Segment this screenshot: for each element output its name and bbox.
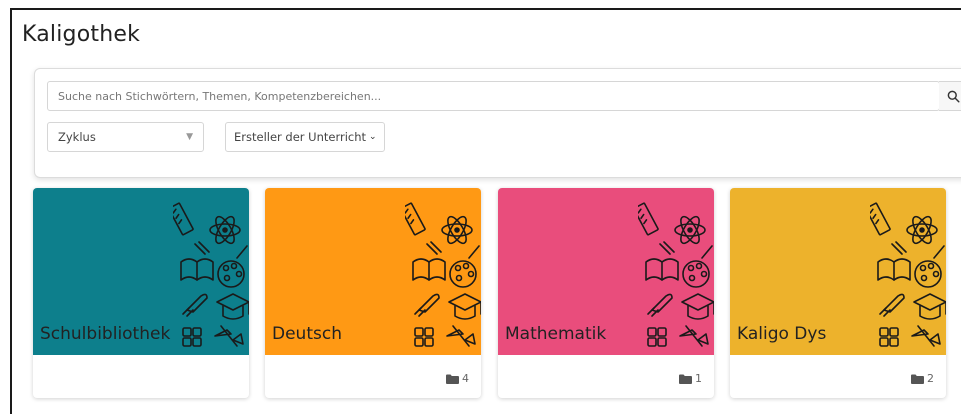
folder-count: 1 [679,372,702,385]
folder-icon [679,374,692,384]
zyklus-select[interactable]: Zyklus ▼ [47,122,204,152]
school-supplies-doodle-icon [405,202,481,347]
folder-count-value: 1 [695,372,702,385]
card-title: Kaligo Dys [737,324,827,344]
card-title: Schulbibliothek [40,324,171,344]
search-input[interactable] [47,81,940,111]
search-button[interactable] [939,81,961,111]
card-banner: Deutsch [265,188,481,355]
folder-count: 2 [911,372,934,385]
page-frame: Kaligothek Zyklus ▼ Ersteller der Unterr… [10,8,961,414]
zyklus-select-value: Zyklus [58,130,96,144]
school-supplies-doodle-icon [638,202,714,347]
search-panel: Zyklus ▼ Ersteller der Unterricht ⌄ [34,68,961,178]
card-title: Mathematik [505,324,607,344]
card-banner: Schulbibliothek [33,188,249,355]
folder-icon [911,374,924,384]
course-card-deutsch[interactable]: Deutsch 4 [265,188,481,398]
course-card-schulbibliothek[interactable]: Schulbibliothek [33,188,249,398]
page-title: Kaligothek [22,22,141,47]
card-banner: Kaligo Dys [730,188,946,355]
folder-count-value: 2 [927,372,934,385]
course-card-mathematik[interactable]: Mathematik 1 [498,188,714,398]
search-icon [947,90,960,103]
ersteller-select[interactable]: Ersteller der Unterricht ⌄ [225,122,385,152]
course-card-kaligo-dys[interactable]: Kaligo Dys 2 [730,188,946,398]
folder-count-value: 4 [462,372,469,385]
school-supplies-doodle-icon [173,202,249,347]
folder-icon [446,374,459,384]
caret-down-icon: ▼ [186,132,193,142]
ersteller-select-value: Ersteller der Unterricht [234,130,367,144]
card-banner: Mathematik [498,188,714,355]
folder-count: 4 [446,372,469,385]
card-title: Deutsch [272,324,342,344]
school-supplies-doodle-icon [870,202,946,347]
chevron-down-icon: ⌄ [369,132,377,142]
